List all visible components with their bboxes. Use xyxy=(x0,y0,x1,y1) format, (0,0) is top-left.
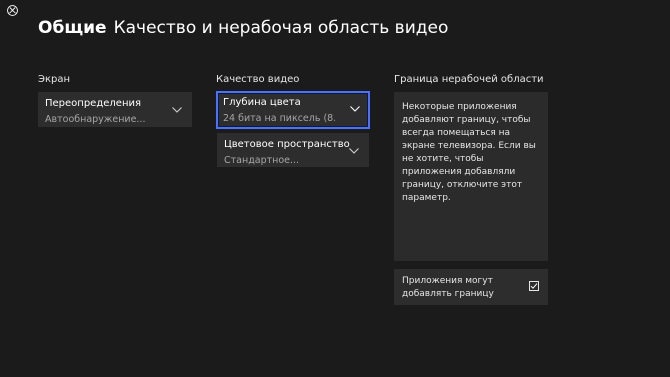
allow-apps-border-toggle[interactable]: Приложения могут добавлять границу xyxy=(394,269,548,305)
page-title: Качество и нерабочая область видео xyxy=(113,18,449,38)
chevron-down-icon xyxy=(349,148,359,154)
color-space-dropdown[interactable]: Цветовое пространство Стандартное... xyxy=(217,133,369,167)
color-depth-dropdown[interactable]: Глубина цвета 24 бита на пиксель (8... xyxy=(216,91,370,129)
overrides-dropdown-label: Переопределения xyxy=(45,98,141,109)
allow-apps-border-label: Приложения могут добавлять границу xyxy=(402,276,494,299)
color-depth-dropdown-label: Глубина цвета xyxy=(223,97,301,108)
settings-page: Общие Качество и нерабочая область видео… xyxy=(0,0,670,377)
allow-apps-border-checkbox[interactable] xyxy=(529,281,539,291)
color-depth-dropdown-value: 24 бита на пиксель (8... xyxy=(223,113,335,124)
overscan-description-panel: Некоторые приложения добавляют границу, … xyxy=(394,92,548,261)
screen-column-label: Экран xyxy=(38,74,71,85)
color-space-dropdown-label: Цветовое пространство xyxy=(224,139,350,150)
xbox-logo-icon xyxy=(7,5,18,16)
chevron-down-icon xyxy=(350,106,360,112)
overrides-dropdown[interactable]: Переопределения Автообнаружение... xyxy=(38,92,192,127)
chevron-down-icon xyxy=(172,107,182,113)
color-space-dropdown-value: Стандартное... xyxy=(224,155,300,166)
page-header: Общие Качество и нерабочая область видео xyxy=(38,18,448,38)
overrides-dropdown-value: Автообнаружение... xyxy=(45,114,146,125)
overscan-description-text: Некоторые приложения добавляют границу, … xyxy=(402,102,536,203)
checkmark-icon xyxy=(530,283,538,289)
overscan-column-label: Граница нерабочей области xyxy=(394,74,544,85)
video-quality-column-label: Качество видео xyxy=(216,74,300,85)
section-title: Общие xyxy=(38,18,107,38)
